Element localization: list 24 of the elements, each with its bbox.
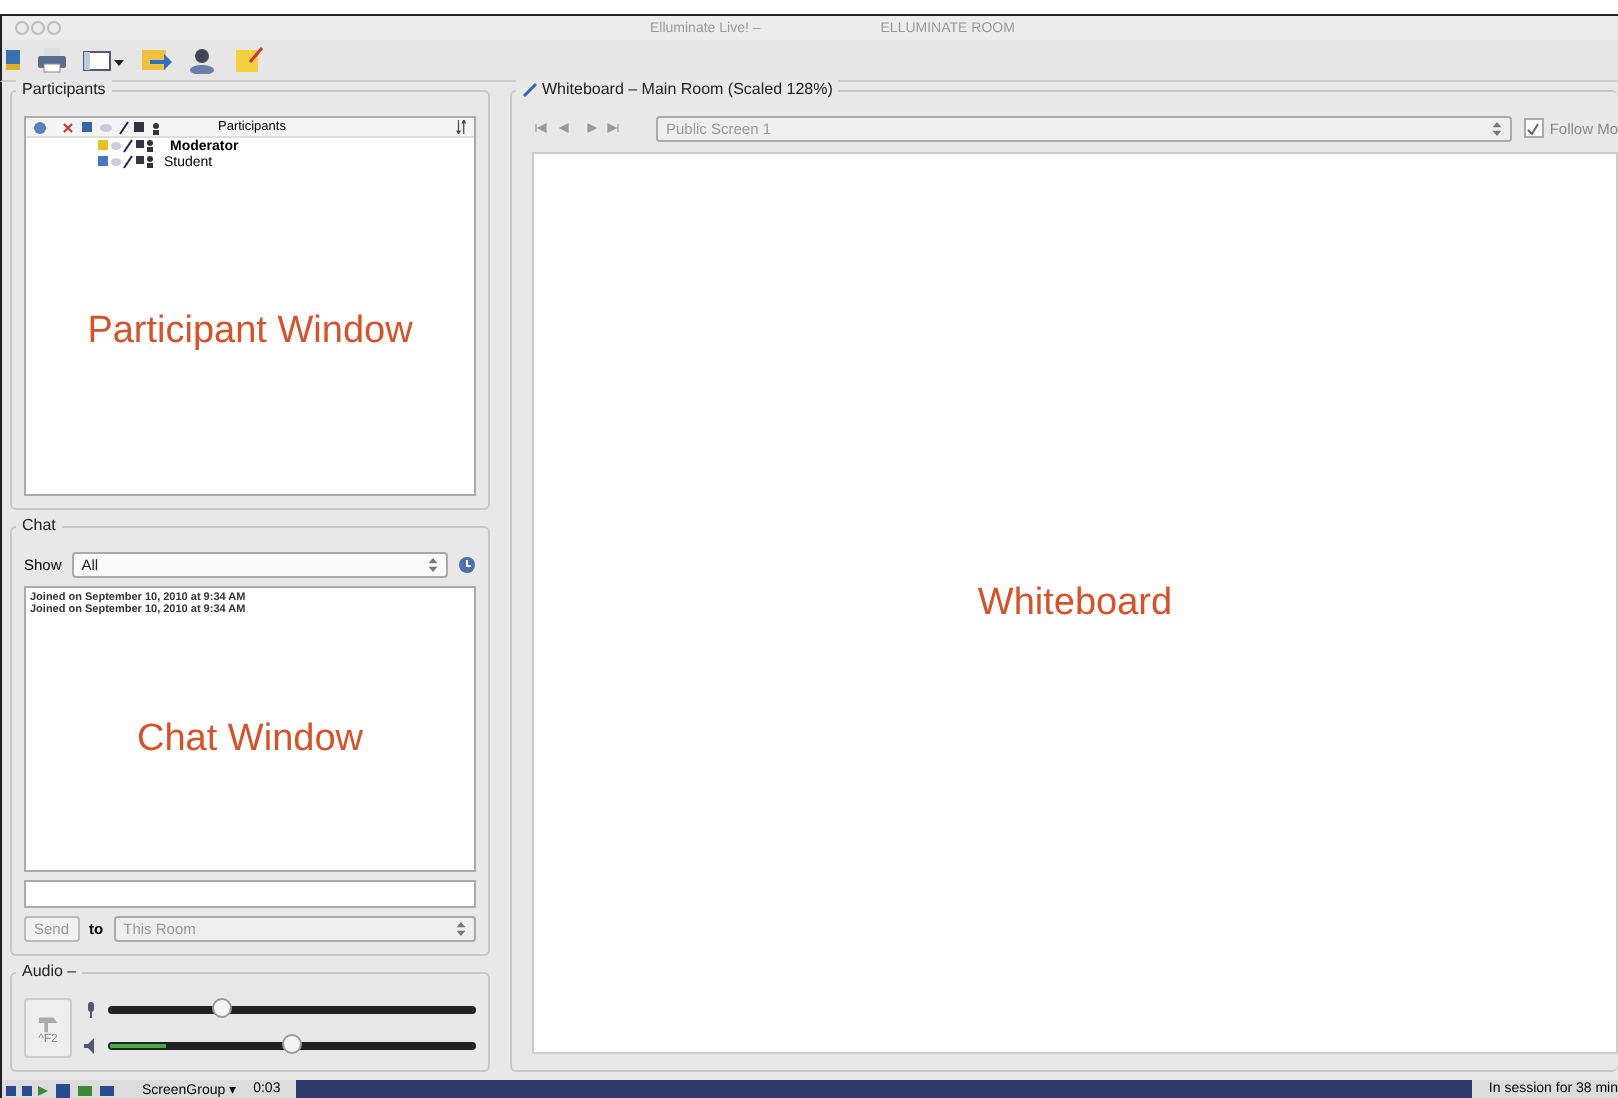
microphone-icon	[84, 1002, 98, 1018]
panel-title: Participants	[16, 80, 112, 98]
pen-icon	[522, 81, 538, 97]
panel-title: Chat	[16, 515, 62, 534]
stepper-icon	[456, 922, 466, 936]
annotation-label: Chat Window	[137, 718, 363, 763]
annotation-label: Participant Window	[87, 309, 413, 354]
whiteboard-canvas[interactable]: Whiteboard	[532, 152, 1618, 1054]
clock-icon[interactable]	[458, 555, 476, 574]
sort-icon[interactable]	[456, 120, 468, 134]
stepper-icon	[428, 557, 438, 572]
printer-icon[interactable]	[36, 46, 68, 74]
layout-dropdown-icon[interactable]	[82, 46, 126, 74]
speaker-icon	[84, 1038, 98, 1054]
stepper-icon	[1491, 121, 1502, 135]
checkmark-icon	[1526, 121, 1541, 135]
person-icon[interactable]	[186, 46, 218, 74]
annotation-label: Whiteboard	[977, 581, 1173, 625]
save-icon[interactable]	[6, 46, 22, 74]
notepad-icon[interactable]	[232, 46, 264, 74]
window-controls-icon	[14, 20, 66, 36]
panel-title: Audio –	[16, 962, 83, 980]
whiteboard-title: Whiteboard – Main Room (Scaled 128%)	[542, 80, 833, 98]
message-input[interactable]	[24, 880, 476, 908]
